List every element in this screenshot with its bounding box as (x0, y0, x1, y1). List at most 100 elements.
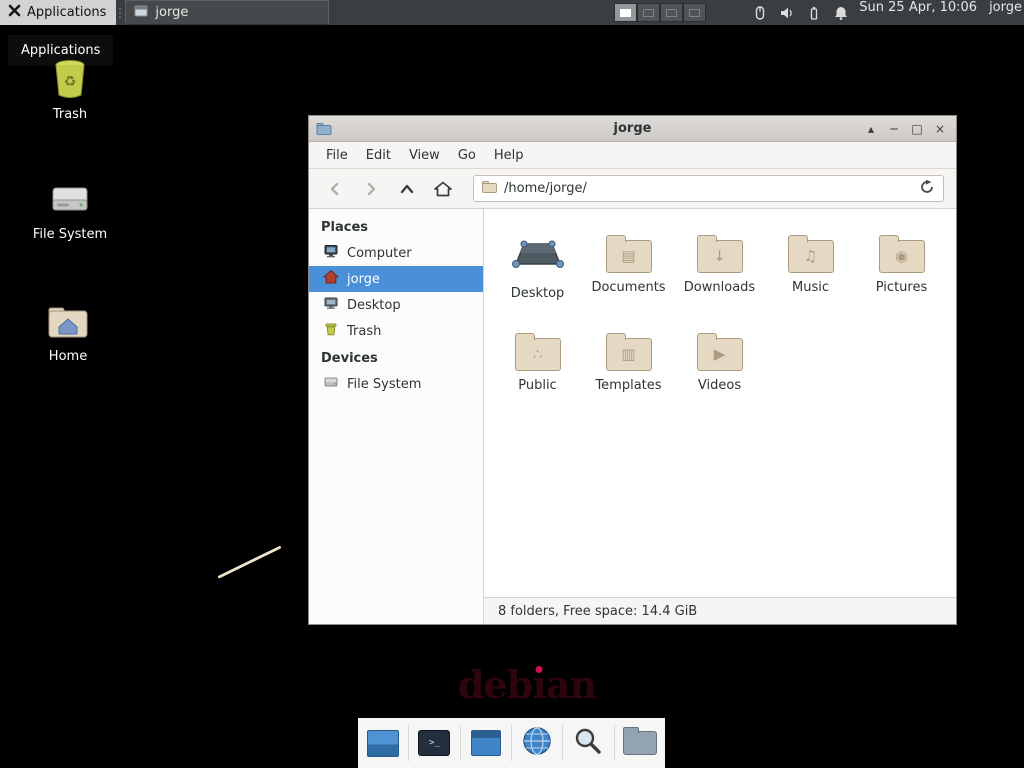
window-titlebar[interactable]: jorge ▴ ─ □ × (309, 116, 956, 142)
shade-button[interactable]: ▴ (864, 122, 878, 136)
terminal-icon: >_ (418, 730, 450, 756)
reload-icon[interactable] (919, 179, 935, 199)
template-glyph: ▥ (621, 347, 635, 362)
workspace-3[interactable] (660, 3, 683, 22)
panel-spacer (329, 0, 614, 25)
share-glyph: ∴ (533, 347, 543, 362)
trash-small-icon (323, 321, 339, 341)
folder-icon: ♫ (788, 240, 834, 273)
svg-text:♻: ♻ (64, 74, 77, 90)
close-button[interactable]: × (933, 122, 947, 136)
debian-logo-i: ı (532, 662, 545, 707)
file-item-label: Music (792, 280, 829, 295)
sidebar-item-desktop[interactable]: Desktop (309, 292, 483, 318)
file-item-label: Documents (591, 280, 665, 295)
volume-icon[interactable] (779, 5, 795, 21)
file-item-videos[interactable]: ▶ Videos (674, 323, 765, 421)
drive-small-icon (323, 374, 339, 394)
status-bar: 8 folders, Free space: 14.4 GiB (484, 597, 956, 624)
sidebar-item-label: jorge (347, 272, 380, 287)
menu-help[interactable]: Help (485, 144, 533, 167)
sidebar-item-label: File System (347, 377, 421, 392)
file-manager-icon (623, 731, 657, 755)
desktop-icon-file-system[interactable]: File System (22, 174, 118, 242)
file-item-music[interactable]: ♫ Music (765, 225, 856, 323)
dock-file-manager[interactable] (621, 725, 659, 761)
panel-user-menu[interactable]: jorge (989, 0, 1022, 25)
file-item-templates[interactable]: ▥ Templates (583, 323, 674, 421)
places-header: Places (309, 213, 483, 240)
dock-desktop-switcher[interactable] (364, 725, 402, 761)
window-controls: ▴ ─ □ × (864, 122, 956, 136)
minimize-button[interactable]: ─ (887, 122, 901, 136)
window-manager-icon (471, 730, 501, 756)
dock-separator (511, 725, 512, 761)
menu-go[interactable]: Go (449, 144, 485, 167)
file-item-downloads[interactable]: ↓ Downloads (674, 225, 765, 323)
trash-icon: ♻ (22, 54, 118, 102)
side-pane: Places Computer jorge Desktop (309, 209, 484, 624)
file-item-public[interactable]: ∴ Public (492, 323, 583, 421)
folder-icon: ↓ (697, 240, 743, 273)
menu-file[interactable]: File (317, 144, 357, 167)
panel-handle[interactable] (116, 0, 123, 25)
maximize-button[interactable]: □ (910, 122, 924, 136)
desktop-icon-home[interactable]: Home (20, 296, 116, 364)
current-path[interactable]: /home/jorge/ (504, 181, 912, 196)
workspace-2[interactable] (637, 3, 660, 22)
dock-web-browser[interactable] (518, 725, 556, 761)
workspace-1[interactable] (614, 3, 637, 22)
desktop-icon-trash[interactable]: ♻ Trash (22, 54, 118, 122)
file-item-pictures[interactable]: ◉ Pictures (856, 225, 947, 323)
panel-clock[interactable]: Sun 25 Apr, 10:06 (859, 0, 977, 25)
up-button[interactable] (393, 175, 420, 202)
sidebar-item-computer[interactable]: Computer (309, 240, 483, 266)
debian-logo: debıan (458, 662, 596, 707)
battery-icon[interactable] (806, 5, 822, 21)
dock-terminal[interactable]: >_ (415, 725, 453, 761)
file-item-desktop[interactable]: Desktop (492, 225, 583, 323)
icon-view[interactable]: Desktop ▤ Documents ↓ Downloads ♫ Music … (484, 209, 956, 597)
menu-bar: File Edit View Go Help (309, 142, 956, 169)
sidebar-item-jorge[interactable]: jorge (309, 266, 483, 292)
system-tray (752, 0, 849, 25)
file-item-documents[interactable]: ▤ Documents (583, 225, 674, 323)
desktop-icon-label: File System (22, 227, 118, 242)
bottom-dock: >_ (358, 718, 665, 768)
mouse-icon[interactable] (752, 5, 768, 21)
workspace-4[interactable] (683, 3, 706, 22)
top-panel: Applications jorge Sun 25 Apr, 10:06 jor… (0, 0, 1024, 25)
globe-icon (521, 725, 553, 761)
devices-header: Devices (309, 344, 483, 371)
dock-separator (460, 725, 461, 761)
dock-window-manager[interactable] (467, 725, 505, 761)
applications-menu-button[interactable]: Applications (0, 0, 116, 25)
file-item-label: Videos (698, 378, 741, 393)
taskbar-window-button[interactable]: jorge (125, 0, 329, 25)
music-note-glyph: ♫ (804, 249, 817, 264)
debian-logo-text-end: an (546, 662, 596, 707)
download-arrow-glyph: ↓ (713, 249, 726, 264)
home-button[interactable] (429, 175, 456, 202)
window-title: jorge (309, 121, 956, 136)
file-manager-window: jorge ▴ ─ □ × File Edit View Go Help (308, 115, 957, 625)
debian-red-dot (536, 666, 543, 673)
location-bar[interactable]: /home/jorge/ (473, 175, 944, 202)
window-body: Places Computer jorge Desktop (309, 209, 956, 624)
file-item-label: Pictures (876, 280, 927, 295)
menu-edit[interactable]: Edit (357, 144, 400, 167)
sidebar-item-file-system[interactable]: File System (309, 371, 483, 397)
notifications-bell-icon[interactable] (833, 5, 849, 21)
forward-button[interactable] (357, 175, 384, 202)
menu-view[interactable]: View (400, 144, 449, 167)
debian-logo-text: deb (458, 662, 532, 707)
dock-application-finder[interactable] (569, 725, 607, 761)
back-button[interactable] (321, 175, 348, 202)
sidebar-item-trash[interactable]: Trash (309, 318, 483, 344)
desktop-icon-label: Trash (22, 107, 118, 122)
folder-icon: ∴ (515, 338, 561, 371)
camera-glyph: ◉ (895, 249, 908, 264)
dock-separator (614, 725, 615, 761)
applications-menu-icon (8, 4, 21, 21)
desktop-line-artifact (217, 545, 281, 578)
